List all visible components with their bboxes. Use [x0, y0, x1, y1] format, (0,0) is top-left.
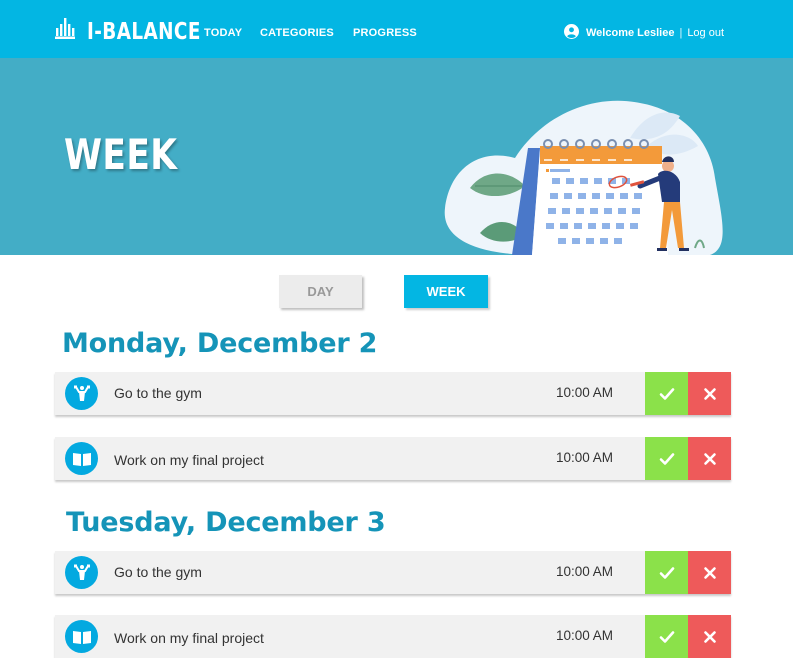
- remove-task-button[interactable]: [688, 615, 731, 658]
- complete-task-button[interactable]: [645, 372, 688, 415]
- task-row: Go to the gym 10:00 AM: [55, 372, 731, 415]
- task-time: 10:00 AM: [556, 564, 614, 579]
- nav-categories[interactable]: CATEGORIES: [260, 27, 334, 39]
- task-row: Work on my final project 10:00 AM: [55, 437, 731, 480]
- nav-progress[interactable]: PROGRESS: [353, 27, 417, 39]
- task-time: 10:00 AM: [556, 628, 614, 643]
- close-icon: [703, 566, 716, 579]
- remove-task-button[interactable]: [688, 551, 731, 594]
- remove-task-button[interactable]: [688, 372, 731, 415]
- task-time: 10:00 AM: [556, 450, 614, 465]
- calendar-person-illustration: [444, 100, 723, 255]
- checkmark-icon: [659, 452, 674, 465]
- task-title: Work on my final project: [114, 630, 264, 646]
- day-view-button[interactable]: DAY: [279, 275, 362, 308]
- complete-task-button[interactable]: [645, 551, 688, 594]
- week-view-button[interactable]: WEEK: [404, 275, 488, 308]
- close-icon: [703, 630, 716, 643]
- task-title: Go to the gym: [114, 385, 202, 401]
- close-icon: [703, 387, 716, 400]
- page-title: WEEK: [64, 130, 178, 179]
- open-book-icon: [65, 620, 98, 653]
- checkmark-icon: [659, 630, 674, 643]
- task-title: Work on my final project: [114, 452, 264, 468]
- fitness-person-icon: [65, 377, 98, 410]
- day-heading: Tuesday, December 3: [66, 507, 386, 538]
- user-circle-icon: [564, 24, 586, 42]
- complete-task-button[interactable]: [645, 437, 688, 480]
- balance-bars-icon: [55, 18, 75, 45]
- user-area: Welcome Lesliee | Log out: [564, 24, 724, 42]
- logo-text: I-BALANCE: [87, 18, 201, 45]
- welcome-text: Welcome Lesliee: [586, 27, 675, 39]
- user-separator: |: [679, 27, 683, 39]
- hero-banner: WEEK: [0, 58, 793, 255]
- task-row: Work on my final project 10:00 AM: [55, 615, 731, 658]
- close-icon: [703, 452, 716, 465]
- task-time: 10:00 AM: [556, 385, 614, 400]
- nav-today[interactable]: TODAY: [204, 27, 242, 39]
- top-navigation-bar: I-BALANCE TODAY CATEGORIES PROGRESS Welc…: [0, 0, 793, 58]
- logout-link[interactable]: Log out: [687, 27, 724, 39]
- day-heading: Monday, December 2: [62, 328, 378, 359]
- open-book-icon: [65, 442, 98, 475]
- remove-task-button[interactable]: [688, 437, 731, 480]
- task-row: Go to the gym 10:00 AM: [55, 551, 731, 594]
- checkmark-icon: [659, 387, 674, 400]
- checkmark-icon: [659, 566, 674, 579]
- fitness-person-icon: [65, 556, 98, 589]
- task-title: Go to the gym: [114, 564, 202, 580]
- complete-task-button[interactable]: [645, 615, 688, 658]
